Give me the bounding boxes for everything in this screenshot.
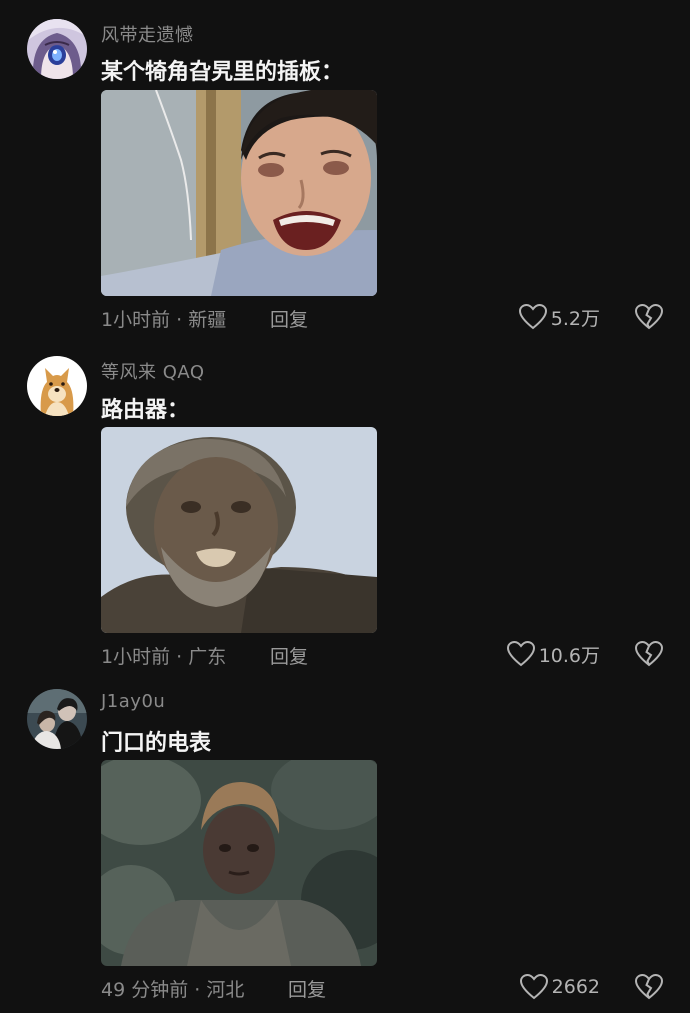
heart-outline-icon [519, 974, 548, 1000]
avatar[interactable] [27, 689, 87, 749]
like-button[interactable]: 2662 [490, 973, 600, 1001]
username[interactable]: 等风来 QAQ [101, 358, 205, 384]
like-count: 5.2万 [550, 307, 600, 330]
heart-outline-icon [506, 641, 535, 667]
like-button[interactable]: 10.6万 [470, 640, 600, 668]
comment-image[interactable] [101, 760, 377, 966]
reply-button[interactable]: 回复 [270, 305, 308, 332]
like-button[interactable]: 5.2万 [490, 303, 600, 331]
dirty-old-man-photo [101, 427, 377, 633]
username[interactable]: 风带走遗憾 [101, 21, 194, 47]
username[interactable]: J1ay0u [101, 691, 165, 712]
dislike-button[interactable] [634, 973, 664, 1001]
comment-text: 路由器： [101, 398, 190, 423]
avatar[interactable] [27, 19, 87, 79]
reply-button[interactable]: 回复 [288, 975, 326, 1002]
reply-button[interactable]: 回复 [270, 642, 308, 669]
broken-heart-icon [634, 973, 664, 1000]
time-location: 49 分钟前 · 河北 [101, 979, 245, 1001]
dislike-button[interactable] [634, 640, 664, 668]
shiba-dog-avatar-icon [27, 356, 87, 416]
time-location: 1小时前 · 广东 [101, 646, 227, 668]
couple-avatar-icon [27, 689, 87, 749]
time-location: 1小时前 · 新疆 [101, 309, 227, 331]
broken-heart-icon [634, 303, 664, 330]
anime-girl-avatar-icon [27, 19, 87, 79]
crying-man-photo [101, 90, 377, 296]
comment-image[interactable] [101, 427, 377, 633]
like-count: 2662 [551, 976, 600, 998]
broken-heart-icon [634, 640, 664, 667]
comment-image[interactable] [101, 90, 377, 296]
dislike-button[interactable] [634, 303, 664, 331]
comment-text: 门口的电表 [101, 731, 212, 756]
comment-text: 某个犄角旮旯里的插板： [101, 60, 344, 85]
avatar[interactable] [27, 356, 87, 416]
soldier-in-jungle-photo [101, 760, 377, 966]
like-count: 10.6万 [538, 644, 600, 667]
heart-outline-icon [518, 304, 547, 330]
